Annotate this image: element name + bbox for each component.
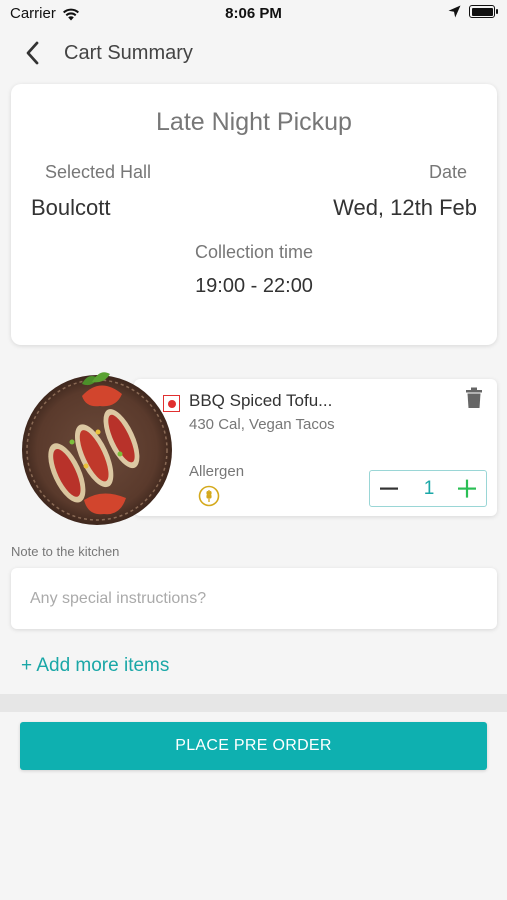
quantity-stepper: 1 [369,470,487,507]
pickup-title: Late Night Pickup [156,108,352,136]
divider-band [0,694,507,712]
item-details: 430 Cal, Vegan Tacos [189,416,335,433]
quantity-value: 1 [423,478,435,499]
battery-icon [469,5,498,18]
status-right [448,5,498,18]
collection-time-value: 19:00 - 22:00 [195,275,313,297]
minus-icon [380,487,398,490]
nav-header: Cart Summary [0,34,507,72]
decrease-quantity-button[interactable] [374,471,404,506]
back-button[interactable] [20,39,46,67]
status-time: 8:06 PM [225,5,282,22]
collection-time-label: Collection time [194,242,314,262]
plus-icon [458,479,476,498]
allergen-label: Allergen [189,463,245,480]
cart-item-card: BBQ Spiced Tofu... 430 Cal, Vegan Tacos … [134,379,497,516]
increase-quantity-button[interactable] [452,471,482,506]
chevron-left-icon [26,41,39,65]
item-name: BBQ Spiced Tofu... [189,391,333,410]
date-value: Wed, 12th Feb [333,195,477,220]
trash-icon[interactable] [465,387,483,409]
food-image [20,366,174,526]
note-label: Note to the kitchen [11,544,120,559]
add-more-items-link[interactable]: + Add more items [21,655,169,677]
location-arrow-icon [448,5,461,18]
pickup-summary-card: Late Night Pickup Selected Hall Boulcott… [11,84,497,345]
selected-hall-label: Selected Hall [45,162,152,182]
kitchen-note-input[interactable] [11,568,497,629]
selected-hall-value: Boulcott [31,195,111,220]
status-bar: Carrier 8:06 PM [0,0,507,28]
date-label: Date [428,162,467,182]
wheat-icon [198,485,220,507]
place-pre-order-button[interactable]: PLACE PRE ORDER [20,722,487,770]
battery-fill [471,7,493,16]
page-title: Cart Summary [64,42,193,64]
